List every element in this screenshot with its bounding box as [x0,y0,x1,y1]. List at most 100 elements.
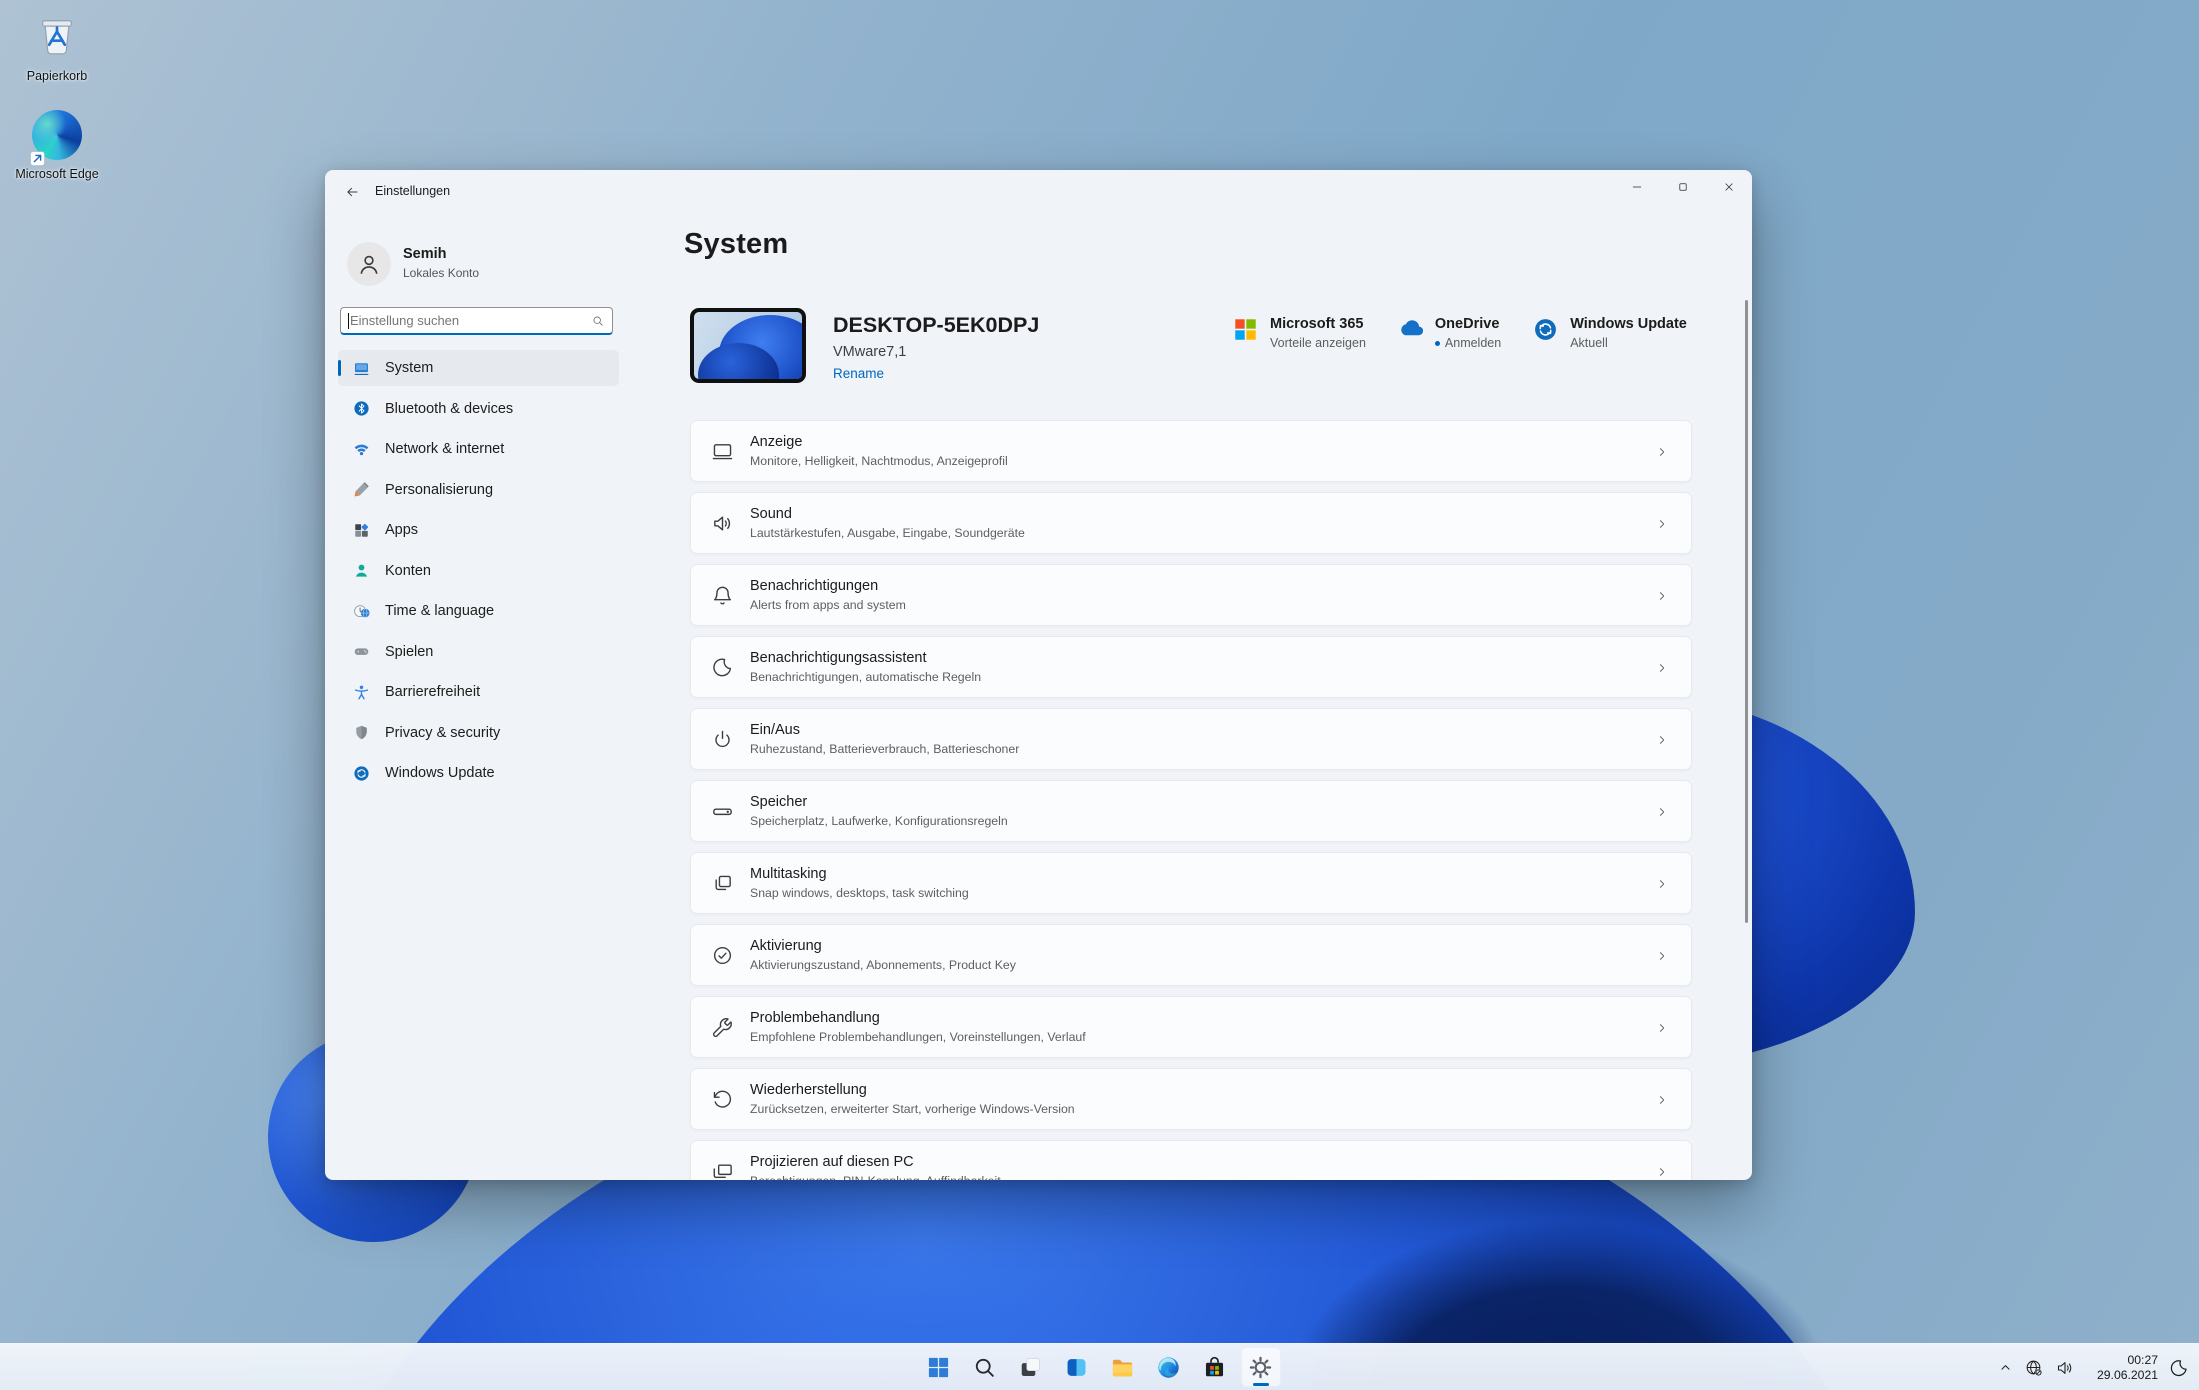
desktop: Papierkorb Microsoft Edge Einstellungen … [0,0,2199,1390]
taskbar-taskansicht-button[interactable] [1011,1347,1051,1387]
taskbar-einstellungen-button[interactable] [1241,1347,1281,1387]
status-title: Microsoft 365 [1270,316,1366,332]
chevron-right-icon [1655,517,1669,531]
edge-icon [30,110,84,164]
store-icon [1202,1355,1227,1380]
row-subtitle: Monitore, Helligkeit, Nachtmodus, Anzeig… [750,454,1008,468]
close-button[interactable] [1706,170,1752,204]
chevron-right-icon [1655,949,1669,963]
settings-row-problembehandlung[interactable]: Problembehandlung Empfohlene Problembeha… [690,996,1692,1058]
sidebar-item-konten[interactable]: Konten [338,553,619,589]
desktop-icon-label: Papierkorb [8,69,106,83]
row-title: Aktivierung [750,938,1016,954]
settings-row-wiederherstellung[interactable]: Wiederherstellung Zurücksetzen, erweiter… [690,1068,1692,1130]
titlebar[interactable]: Einstellungen [325,170,1752,214]
back-button[interactable] [337,177,367,207]
clock-time: 00:27 [2086,1353,2158,1368]
sidebar-item-bluetooth-devices[interactable]: Bluetooth & devices [338,391,619,427]
volume-icon[interactable] [2055,1358,2075,1378]
sidebar-item-system[interactable]: System [338,350,619,386]
sidebar-item-spielen[interactable]: Spielen [338,634,619,670]
row-title: Sound [750,506,1025,522]
row-title: Multitasking [750,866,969,882]
rename-link[interactable]: Rename [833,366,884,381]
start-icon [926,1355,951,1380]
sidebar-item-barrierefreiheit[interactable]: Barrierefreiheit [338,674,619,710]
settings-row-ein-aus[interactable]: Ein/Aus Ruhezustand, Batterieverbrauch, … [690,708,1692,770]
sidebar-item-network-internet[interactable]: Network & internet [338,431,619,467]
maximize-icon [1676,180,1690,194]
status-item-windows-update[interactable]: Windows Update Aktuell [1533,316,1687,350]
desktop-icon-recycle-bin[interactable]: Papierkorb [8,12,106,83]
minimize-button[interactable] [1614,170,1660,204]
taskbar-suche-button[interactable] [965,1347,1005,1387]
chevron-right-icon [1655,877,1669,891]
status-bullet [1435,341,1440,346]
device-thumbnail [690,308,806,383]
sidebar-item-time-language[interactable]: Time & language [338,593,619,629]
settings-row-aktivierung[interactable]: Aktivierung Aktivierungszustand, Abonnem… [690,924,1692,986]
row-subtitle: Snap windows, desktops, task switching [750,886,969,900]
settings-row-projizieren-auf-diesen-pc[interactable]: Projizieren auf diesen PC Berechtigungen… [690,1140,1692,1180]
device-name: DESKTOP-5EK0DPJ [833,313,1039,338]
sidebar: Semih Lokales Konto System Bluetooth & d… [325,214,660,1180]
taskbar-widgets-button[interactable] [1057,1347,1097,1387]
settings-row-sound[interactable]: Sound Lautstärkestufen, Ausgabe, Eingabe… [690,492,1692,554]
row-subtitle: Berechtigungen, PIN-Kopplung, Auffindbar… [750,1174,1001,1180]
search-input[interactable] [341,308,612,333]
avatar[interactable] [347,242,391,286]
row-subtitle: Speicherplatz, Laufwerke, Konfigurations… [750,814,1008,828]
sidebar-item-apps[interactable]: Apps [338,512,619,548]
recovery-icon [711,1088,734,1111]
taskbar-microsoft-store-button[interactable] [1195,1347,1235,1387]
status-subtitle[interactable]: Anmelden [1435,336,1501,350]
recycle-bin-icon [30,12,84,66]
person-icon [356,251,382,277]
taskbar: 00:27 29.06.2021 [0,1343,2199,1390]
status-subtitle: Aktuell [1570,336,1687,350]
row-subtitle: Empfohlene Problembehandlungen, Voreinst… [750,1030,1086,1044]
settings-row-anzeige[interactable]: Anzeige Monitore, Helligkeit, Nachtmodus… [690,420,1692,482]
system-icon [353,360,370,377]
main-content: System DESKTOP-5EK0DPJ VMware7,1 Rename … [684,214,1752,1180]
chevron-right-icon [1655,1093,1669,1107]
status-title: OneDrive [1435,316,1501,332]
chevron-right-icon [1655,1165,1669,1179]
row-title: Anzeige [750,434,1008,450]
focus-assist-icon [711,656,734,679]
taskbar-start-button[interactable] [919,1347,959,1387]
user-account-type: Lokales Konto [403,266,479,280]
settings-row-benachrichtigungsassistent[interactable]: Benachrichtigungsassistent Benachrichtig… [690,636,1692,698]
row-subtitle: Ruhezustand, Batterieverbrauch, Batterie… [750,742,1019,756]
sound-icon [711,512,734,535]
settings-row-benachrichtigungen[interactable]: Benachrichtigungen Alerts from apps and … [690,564,1692,626]
taskbar-explorer-button[interactable] [1103,1347,1143,1387]
status-item-onedrive[interactable]: OneDrive Anmelden [1398,316,1501,350]
row-subtitle: Benachrichtigungen, automatische Regeln [750,670,981,684]
window-scrollbar[interactable] [1745,300,1749,923]
sidebar-item-windows-update[interactable]: Windows Update [338,755,619,791]
desktop-icon-label: Microsoft Edge [8,167,106,181]
taskbar-clock[interactable]: 00:27 29.06.2021 [2086,1353,2158,1383]
maximize-button[interactable] [1660,170,1706,204]
windows-update-icon [1533,317,1558,342]
moon-icon[interactable] [2169,1358,2189,1378]
taskbar-microsoft-edge-button[interactable] [1149,1347,1189,1387]
taskbar-search-icon [972,1355,997,1380]
multitasking-icon [711,872,734,895]
edge-icon [1156,1355,1181,1380]
sidebar-item-privacy-security[interactable]: Privacy & security [338,715,619,751]
status-subtitle: Vorteile anzeigen [1270,336,1366,350]
chevron-up-icon[interactable] [1998,1360,2013,1375]
status-item-microsoft-365[interactable]: Microsoft 365 Vorteile anzeigen [1233,316,1366,350]
globe-offline-icon[interactable] [2024,1358,2044,1378]
widgets-icon [1064,1355,1089,1380]
file-explorer-icon [1110,1355,1135,1380]
row-title: Projizieren auf diesen PC [750,1154,1001,1170]
settings-row-multitasking[interactable]: Multitasking Snap windows, desktops, tas… [690,852,1692,914]
sidebar-item-personalisierung[interactable]: Personalisierung [338,472,619,508]
settings-row-speicher[interactable]: Speicher Speicherplatz, Laufwerke, Konfi… [690,780,1692,842]
text-caret [348,313,349,329]
desktop-icon-microsoft-edge[interactable]: Microsoft Edge [8,108,106,181]
row-title: Ein/Aus [750,722,1019,738]
